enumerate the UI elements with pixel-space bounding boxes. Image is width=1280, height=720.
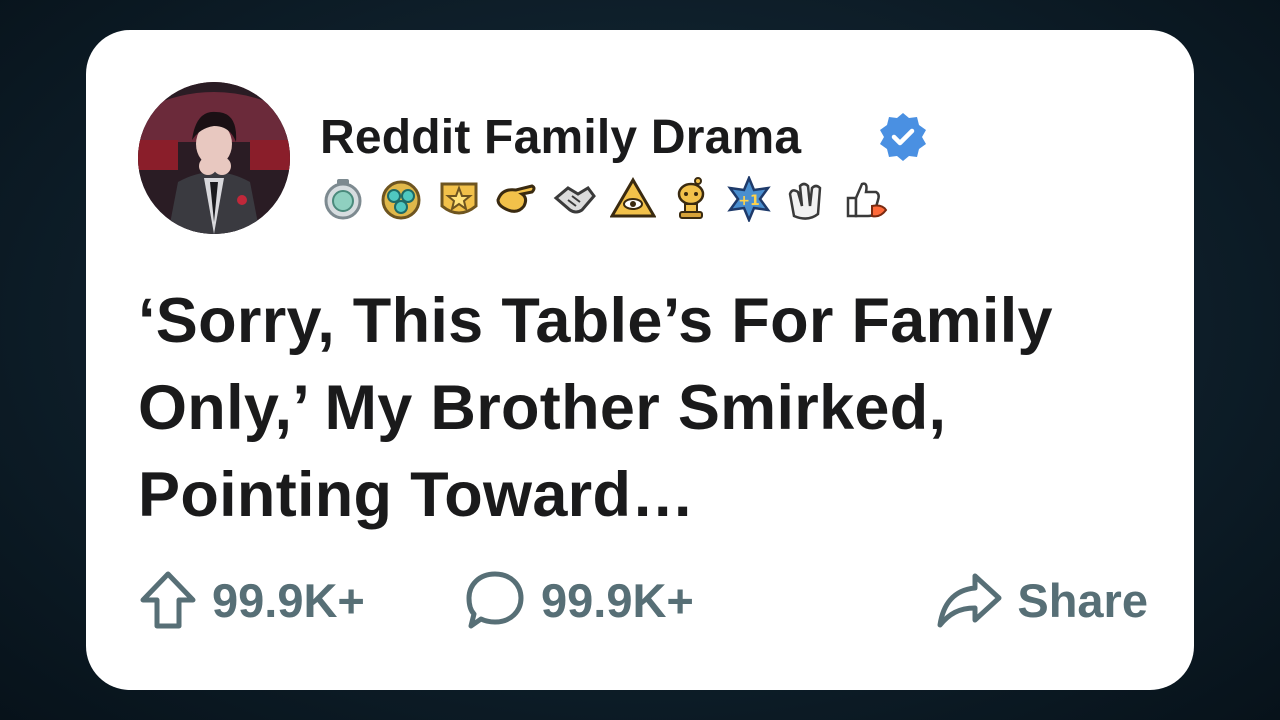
comment-bubble-icon: [466, 571, 524, 629]
upvote-count: 99.9K+: [212, 573, 365, 627]
verified-badge-icon: [880, 113, 926, 161]
comment-count: 99.9K+: [541, 573, 694, 627]
avatar-illustration: [138, 82, 290, 234]
eye-pyramid-award-icon[interactable]: [610, 176, 656, 222]
silver-award-icon[interactable]: [320, 176, 366, 222]
post-card: Reddit Family Drama +1 ‘Sorry, This Tabl…: [86, 30, 1194, 690]
share-button[interactable]: Share: [935, 565, 1148, 635]
gem-award-icon[interactable]: [378, 176, 424, 222]
pointing-hand-award-icon[interactable]: [494, 176, 540, 222]
post-title[interactable]: ‘Sorry, This Table’s For Family Only,’ M…: [138, 278, 1158, 539]
share-arrow-icon: [937, 573, 1002, 628]
plus-one-award-icon[interactable]: +1: [726, 176, 772, 222]
clap-award-icon[interactable]: [784, 176, 830, 222]
handshake-award-icon[interactable]: [552, 176, 598, 222]
action-bar: 99.9K+ 99.9K+ Share: [138, 565, 1148, 635]
share-label: Share: [1017, 573, 1148, 627]
thumbs-up-rocket-award-icon[interactable]: [842, 176, 888, 222]
upvote-arrow-icon: [140, 571, 196, 629]
upvote-button[interactable]: 99.9K+: [138, 565, 365, 635]
comments-button[interactable]: 99.9K+: [463, 565, 694, 635]
author-avatar[interactable]: [138, 82, 290, 234]
awards-row: +1: [320, 175, 888, 223]
svg-text:+1: +1: [738, 193, 759, 209]
gold-star-award-icon[interactable]: [436, 176, 482, 222]
author-name[interactable]: Reddit Family Drama: [320, 110, 801, 165]
snoo-trophy-award-icon[interactable]: [668, 176, 714, 222]
